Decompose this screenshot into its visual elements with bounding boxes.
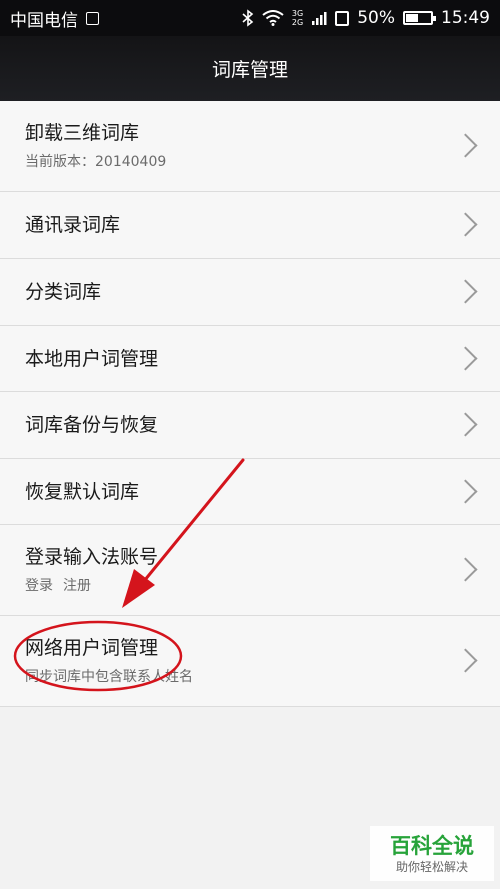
network-bottom: 2G: [291, 18, 304, 27]
battery-percent: 50%: [357, 8, 395, 28]
login-link[interactable]: 登录: [25, 577, 53, 595]
carrier-label: 中国电信: [10, 10, 78, 31]
list-item-local-user-words[interactable]: 本地用户词管理: [0, 326, 500, 392]
watermark-title: 百科全说: [390, 833, 474, 858]
page-title: 词库管理: [211, 59, 288, 81]
list-item-network-user-words[interactable]: 网络用户词管理 同步词库中包含联系人姓名: [0, 616, 500, 707]
list-item-restore-default[interactable]: 恢复默认词库: [0, 459, 500, 525]
status-right: 3G 2G 50% 15:49: [242, 8, 490, 28]
watermark-subtitle: 助你轻松解决: [395, 859, 468, 874]
lock-icon: [335, 10, 350, 26]
network-top: 3G: [291, 9, 304, 18]
item-label: 网络用户词管理: [25, 637, 159, 659]
list-item-contacts-dict[interactable]: 通讯录词库: [0, 192, 500, 259]
watermark-logo: 百科全说 助你轻松解决: [370, 826, 494, 881]
list-item-backup-restore[interactable]: 词库备份与恢复: [0, 392, 500, 459]
network-type-label: 3G 2G: [292, 9, 303, 27]
settings-list: 卸载三维词库 当前版本：20140409 通讯录词库 分类词库 本地用户词管理 …: [0, 101, 500, 707]
list-item-account-login[interactable]: 登录输入法账号 登录 注册: [0, 525, 500, 616]
item-label: 恢复默认词库: [25, 480, 140, 503]
item-label: 登录输入法账号: [25, 546, 159, 568]
item-label: 本地用户词管理: [25, 347, 159, 370]
signal-icon: [312, 12, 327, 25]
list-item-uninstall-3d-dict[interactable]: 卸载三维词库 当前版本：20140409: [0, 101, 500, 192]
list-item-category-dict[interactable]: 分类词库: [0, 259, 500, 326]
sim-card-icon: [86, 11, 99, 25]
battery-icon: [403, 11, 436, 25]
item-label: 通讯录词库: [25, 214, 121, 236]
account-links: 登录 注册: [25, 577, 500, 595]
register-link[interactable]: 注册: [63, 577, 91, 595]
item-label: 卸载三维词库: [25, 122, 140, 144]
item-label: 词库备份与恢复: [25, 414, 159, 436]
status-bar: 中国电信 3G 2G 50% 15:49: [0, 0, 500, 36]
status-left: 中国电信: [10, 6, 99, 31]
bluetooth-icon: [242, 9, 254, 27]
item-subtitle: 同步词库中包含联系人姓名: [25, 669, 193, 685]
title-bar: 词库管理: [0, 36, 500, 101]
battery-fill: [406, 14, 418, 22]
item-label: 分类词库: [25, 281, 102, 303]
item-subtitle: 当前版本：20140409: [25, 154, 167, 170]
wifi-icon: [262, 10, 284, 26]
clock: 15:49: [441, 8, 490, 28]
